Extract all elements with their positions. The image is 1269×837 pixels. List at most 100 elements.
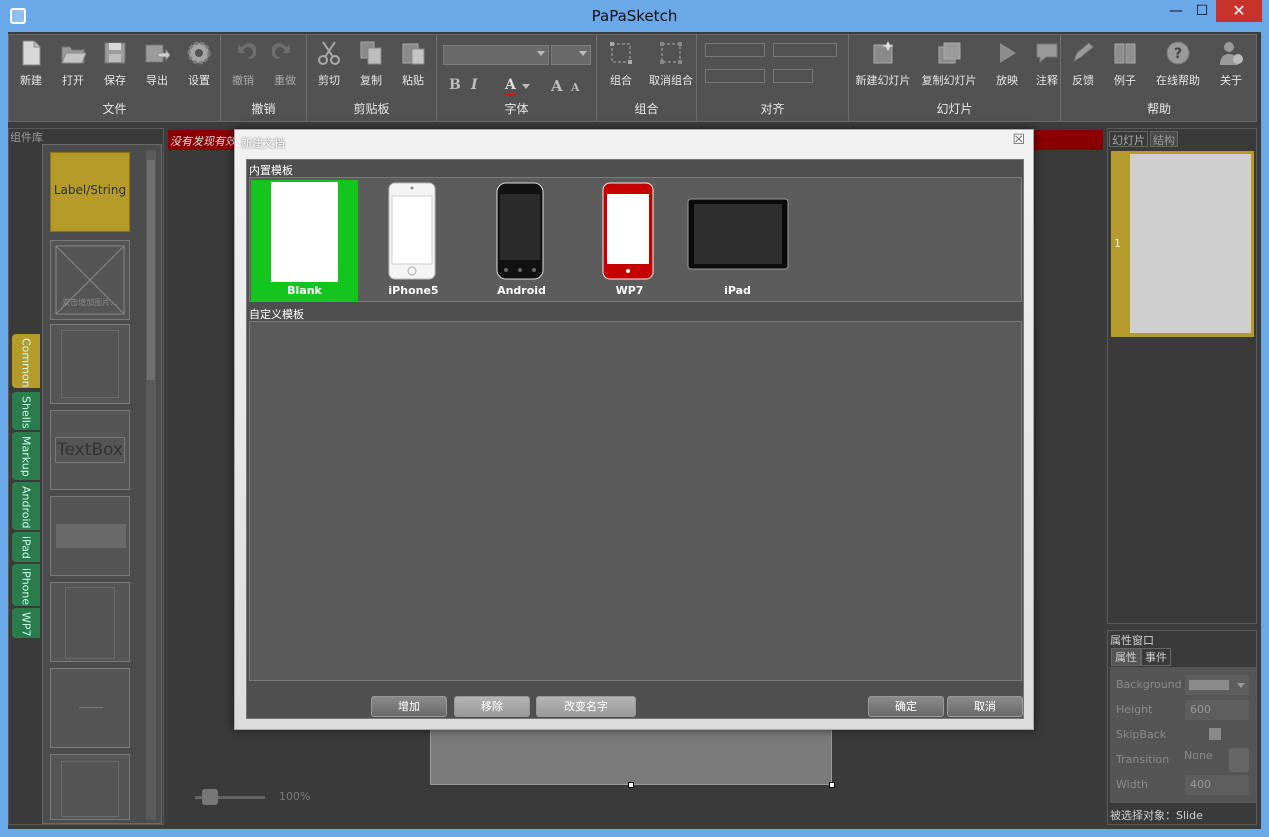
- settings-label: 设置: [188, 74, 210, 87]
- window-title: PaPaSketch: [591, 7, 678, 25]
- copy-icon: [358, 39, 384, 67]
- export-button[interactable]: 导出: [135, 39, 179, 88]
- comment-icon: [1034, 39, 1060, 67]
- minimize-button[interactable]: —: [1162, 0, 1190, 22]
- template-blank[interactable]: Blank: [251, 180, 358, 302]
- paste-button[interactable]: 粘贴: [391, 39, 435, 88]
- height-field[interactable]: 600: [1185, 700, 1249, 720]
- library-tab-markup[interactable]: Markup: [12, 432, 40, 480]
- tab-label: WP7: [19, 612, 33, 637]
- font-color-button[interactable]: A: [505, 77, 516, 96]
- examples-button[interactable]: 例子: [1103, 39, 1147, 88]
- template-name: WP7: [615, 284, 644, 297]
- align-top-icons[interactable]: [705, 43, 765, 57]
- library-tab-shells[interactable]: Shells: [12, 392, 40, 430]
- transition-browse-button[interactable]: [1229, 748, 1249, 772]
- scrollbar-thumb[interactable]: [147, 160, 155, 380]
- slide-page[interactable]: [430, 728, 832, 785]
- library-item-link[interactable]: [50, 668, 130, 748]
- copy-button[interactable]: 复制: [349, 39, 393, 88]
- ok-button[interactable]: 确定: [868, 696, 944, 717]
- ribbon-toolbar: 新建 打开 保存 导出 设置 文件 撤销 重做 撤销 剪切 复制 粘贴 剪贴板 …: [8, 34, 1257, 122]
- library-scrollbar[interactable]: [146, 150, 156, 820]
- resize-handle[interactable]: [829, 782, 835, 788]
- tab-slides[interactable]: 幻灯片: [1109, 131, 1148, 147]
- save-button[interactable]: 保存: [93, 39, 137, 88]
- undo-button[interactable]: 撤销: [221, 39, 265, 88]
- tab-properties[interactable]: 属性: [1111, 648, 1141, 666]
- copy-slide-label: 复制幻灯片: [921, 74, 977, 87]
- center-icons[interactable]: [773, 69, 813, 83]
- grow-font-button[interactable]: A: [551, 77, 563, 95]
- align-bottom-icons[interactable]: [705, 69, 765, 83]
- library-item-panel[interactable]: [50, 582, 130, 662]
- group-button[interactable]: 组合: [599, 39, 643, 88]
- group-icon: [608, 39, 634, 67]
- width-field[interactable]: 400: [1185, 775, 1249, 795]
- feedback-button[interactable]: 反馈: [1061, 39, 1105, 88]
- paste-icon: [400, 39, 426, 67]
- chevron-down-icon: [1237, 683, 1245, 688]
- remove-button[interactable]: 移除: [454, 696, 530, 717]
- iphone-device-icon: [388, 182, 436, 280]
- rename-button[interactable]: 改变名字: [536, 696, 636, 717]
- template-iphone5[interactable]: iPhone5: [360, 180, 467, 302]
- library-tab-ipad[interactable]: iPad: [12, 532, 40, 562]
- library-tab-wp7[interactable]: WP7: [12, 608, 40, 638]
- export-icon: [144, 39, 171, 67]
- close-window-button[interactable]: ✕: [1216, 0, 1262, 22]
- slides-group-title: 幻灯片: [936, 102, 973, 116]
- dialog-close-icon[interactable]: ☒: [1012, 132, 1025, 148]
- zoom-slider-knob[interactable]: [202, 789, 218, 805]
- library-item-label: TextBox: [57, 440, 123, 460]
- library-item-textbox[interactable]: TextBox: [50, 410, 130, 490]
- library-tab-iphone[interactable]: iPhone: [12, 564, 40, 606]
- library-item-image[interactable]: 双击增加图片...: [50, 240, 130, 320]
- new-button[interactable]: 新建: [9, 39, 53, 88]
- font-color-dropdown-icon[interactable]: [522, 84, 530, 89]
- undo-group-title: 撤销: [251, 102, 276, 116]
- button-shape: [56, 524, 126, 548]
- library-tab-common[interactable]: Common: [12, 334, 40, 388]
- bold-button[interactable]: B: [449, 77, 461, 93]
- new-slide-button[interactable]: 新建幻灯片: [853, 39, 913, 88]
- template-android[interactable]: Android: [468, 180, 575, 302]
- font-size-select[interactable]: [551, 45, 591, 65]
- library-tab-android[interactable]: Android: [12, 482, 40, 530]
- title-bar: PaPaSketch — ☐ ✕: [0, 0, 1269, 32]
- background-color-select[interactable]: [1185, 675, 1249, 695]
- settings-button[interactable]: 设置: [177, 39, 221, 88]
- library-item-container[interactable]: [50, 754, 130, 820]
- template-ipad[interactable]: iPad: [684, 180, 791, 302]
- maximize-button[interactable]: ☐: [1188, 0, 1216, 22]
- properties-header: 属性窗口: [1110, 634, 1154, 647]
- library-item-label-string[interactable]: Label/String: [50, 152, 130, 232]
- tab-structure[interactable]: 结构: [1150, 131, 1178, 147]
- add-button[interactable]: 增加: [371, 696, 447, 717]
- distribute-icons[interactable]: [773, 43, 837, 57]
- dialog-title: 新建文档: [241, 137, 285, 150]
- resize-handle[interactable]: [628, 782, 634, 788]
- redo-icon: [271, 39, 298, 67]
- new-slide-icon: [870, 39, 896, 67]
- cut-button[interactable]: 剪切: [307, 39, 351, 88]
- play-button[interactable]: 放映: [985, 39, 1029, 88]
- copy-slide-button[interactable]: 复制幻灯片: [919, 39, 979, 88]
- tab-events[interactable]: 事件: [1141, 648, 1171, 666]
- font-family-select[interactable]: [443, 45, 549, 65]
- slide-thumbnail[interactable]: 1: [1111, 151, 1254, 337]
- open-button[interactable]: 打开: [51, 39, 95, 88]
- ungroup-button[interactable]: 取消组合: [647, 39, 695, 88]
- redo-button[interactable]: 重做: [263, 39, 307, 88]
- custom-templates-list[interactable]: [249, 321, 1022, 681]
- about-button[interactable]: 关于: [1209, 39, 1253, 88]
- shrink-font-button[interactable]: A: [571, 81, 580, 94]
- chevron-down-icon: [579, 51, 587, 56]
- library-item-button[interactable]: [50, 496, 130, 576]
- online-help-button[interactable]: ? 在线帮助: [1149, 39, 1207, 88]
- italic-button[interactable]: I: [471, 77, 478, 93]
- skipback-checkbox[interactable]: [1209, 728, 1221, 740]
- cancel-button[interactable]: 取消: [947, 696, 1023, 717]
- template-wp7[interactable]: WP7: [576, 180, 683, 302]
- library-item-rectangle[interactable]: [50, 324, 130, 404]
